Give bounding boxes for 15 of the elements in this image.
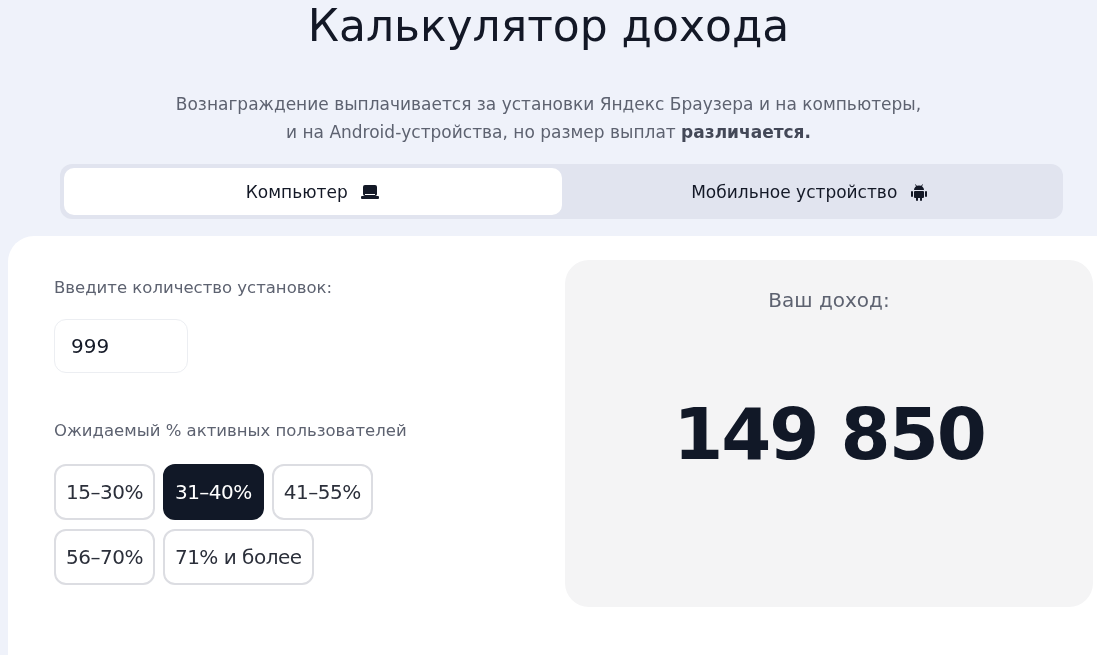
- percent-option[interactable]: 41–55%: [271, 464, 373, 521]
- percent-option[interactable]: 71% и более: [162, 529, 314, 586]
- income-value: 149 850: [673, 392, 985, 477]
- active-users-label: Ожидаемый % активных пользователей: [54, 421, 408, 441]
- device-tab[interactable]: Компьютер: [64, 168, 562, 216]
- android-icon: [909, 181, 930, 202]
- percent-option[interactable]: 56–70%: [54, 529, 155, 586]
- installs-input[interactable]: 999: [54, 319, 188, 374]
- percent-option[interactable]: 15–30%: [54, 464, 155, 521]
- income-label: Ваш доход:: [768, 288, 890, 313]
- page-title: Калькулятор дохода: [306, 0, 791, 51]
- device-tab[interactable]: Мобильное устройство: [561, 168, 1059, 216]
- description: Вознаграждение выплачивается за установки Яндекс Браузера и на компьютеры, и на Android-устройства, но размер выплат различается.: [174, 93, 923, 145]
- percent-option[interactable]: 31–40%: [162, 464, 264, 521]
- installs-label: Введите количество установок:: [54, 278, 334, 298]
